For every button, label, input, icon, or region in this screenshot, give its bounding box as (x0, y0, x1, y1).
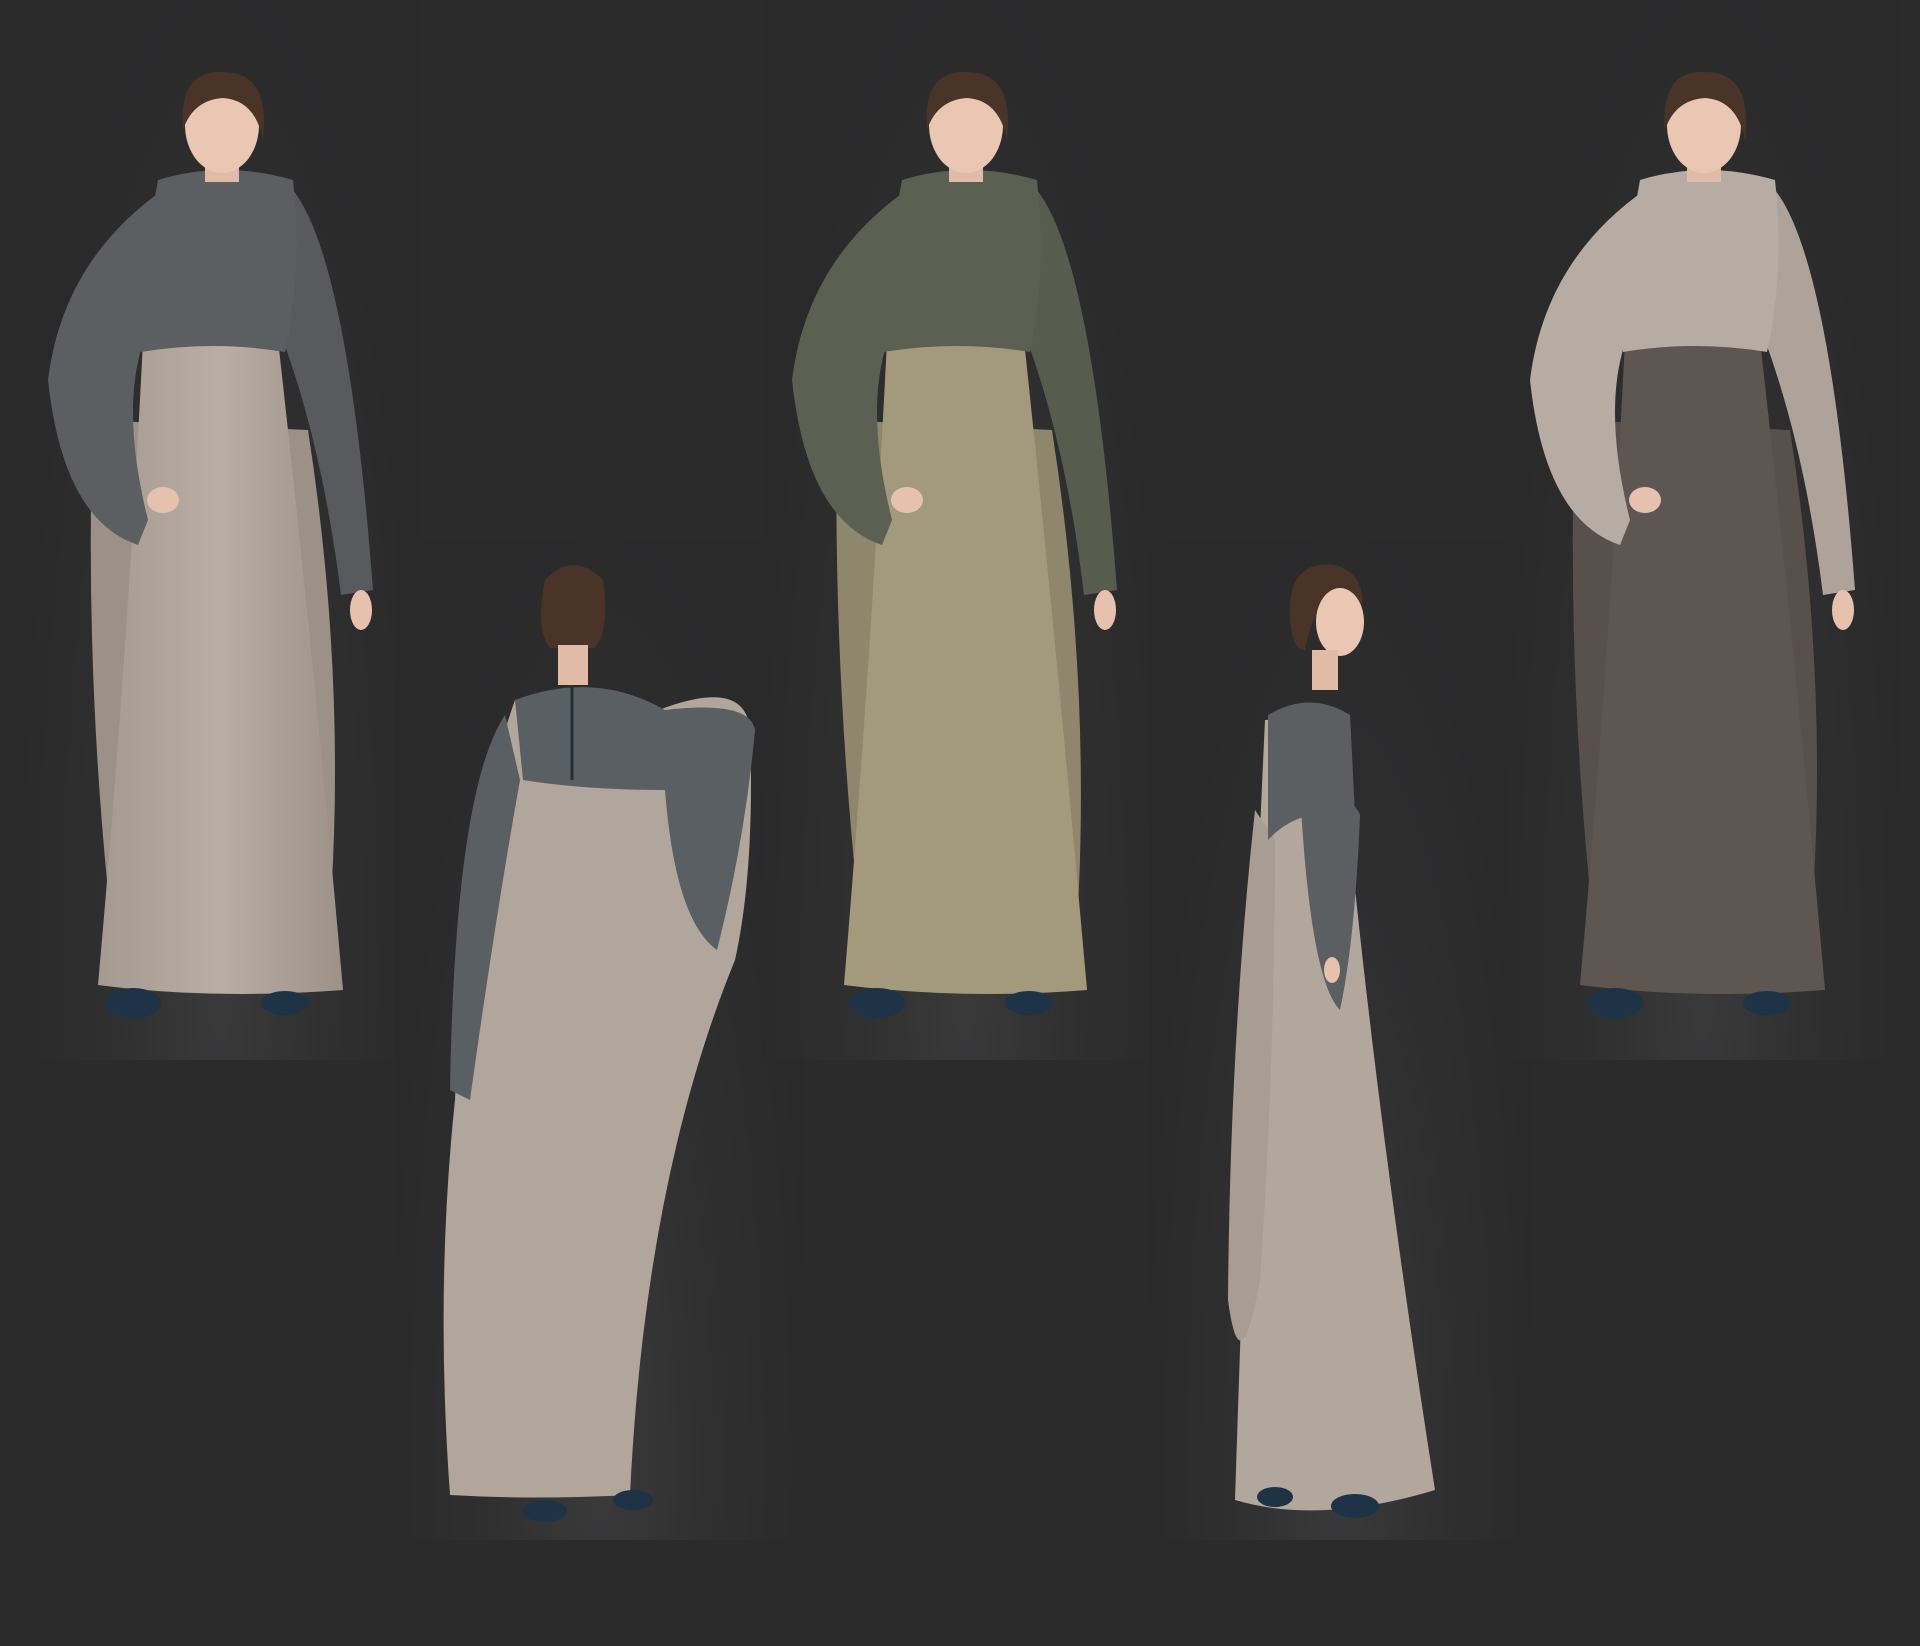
shoe-left (849, 988, 905, 1018)
hand-right (350, 590, 372, 630)
shoe-right (1005, 991, 1053, 1015)
figure-4-svg (1228, 564, 1435, 1518)
figure-3-svg (792, 71, 1117, 1018)
hand (1324, 957, 1340, 983)
hand-right (1832, 590, 1854, 630)
shoe-left (1257, 1487, 1293, 1507)
render-sheet (0, 0, 1920, 1646)
figure-5-svg (1530, 71, 1855, 1018)
shoe-right (613, 1490, 653, 1510)
hand-left (891, 487, 923, 513)
dress-yoke (141, 170, 297, 352)
shoe-left (1587, 988, 1643, 1018)
dress-yoke (884, 170, 1041, 352)
hand-left (147, 487, 179, 513)
figure-front-olive-khaki (762, 0, 1167, 1060)
shoe-right (261, 991, 309, 1015)
figure-side-grey-beige (1150, 540, 1530, 1540)
neck (1312, 650, 1338, 690)
dress-yoke (1623, 170, 1779, 352)
figure-front-light-brown (1505, 0, 1900, 1060)
shoe-left (105, 988, 161, 1018)
hand-right (1094, 590, 1116, 630)
figure-1-svg (48, 71, 373, 1018)
face (1316, 588, 1364, 656)
figure-back-grey-beige (395, 540, 805, 1540)
figure-2-svg (443, 565, 755, 1522)
hand-left (1629, 487, 1661, 513)
figure-front-grey-beige (23, 0, 418, 1060)
shoe-left (523, 1500, 567, 1522)
neck (558, 645, 588, 685)
shoe-right (1331, 1494, 1379, 1518)
dress-yoke (515, 687, 665, 790)
hair (541, 565, 606, 648)
shoe-right (1743, 991, 1791, 1015)
